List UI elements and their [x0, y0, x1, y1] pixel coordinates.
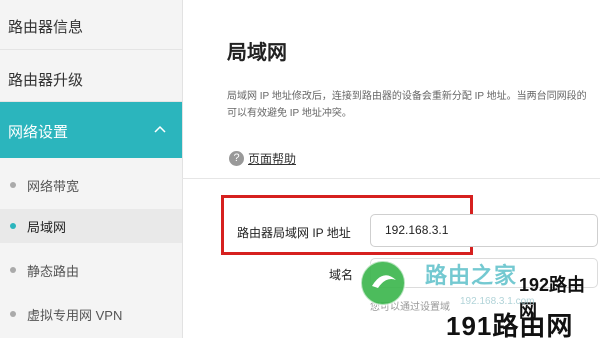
watermark-text: 191路由网 — [446, 311, 574, 341]
description-line: 可以有效避免 IP 地址冲突。 — [227, 108, 352, 119]
sidebar-group-network-settings[interactable]: 网络设置 — [0, 102, 182, 158]
sidebar-item-vpn[interactable]: 虚拟专用网 VPN — [0, 297, 182, 331]
question-circle-icon: ? — [229, 151, 244, 166]
lan-ip-input[interactable]: 192.168.3.1 — [370, 214, 598, 247]
domain-label: 域名 — [329, 268, 354, 282]
help-link-text[interactable]: 页面帮助 — [248, 152, 296, 166]
sidebar-item-static-route[interactable]: 静态路由 — [0, 253, 182, 287]
sidebar-item-label: 静态路由 — [27, 264, 80, 279]
sidebar-item-label: 局域网 — [27, 220, 67, 235]
sidebar-item-label: 虚拟专用网 VPN — [27, 308, 123, 323]
bullet-icon — [10, 223, 16, 229]
help-link[interactable]: ? 页面帮助 — [229, 150, 296, 167]
description-line: 局域网 IP 地址修改后，连接到路由器的设备会重新分配 IP 地址。当两台同网段… — [227, 91, 587, 102]
chevron-up-icon — [154, 125, 166, 133]
watermark-logo-icon — [360, 260, 406, 306]
sidebar-item-label: 路由器信息 — [8, 19, 84, 36]
sidebar-item-router-info[interactable]: 路由器信息 — [0, 0, 182, 50]
sidebar-group-label: 网络设置 — [8, 124, 69, 141]
lan-ip-label: 路由器局域网 IP 地址 — [237, 226, 351, 240]
sidebar-item-lan[interactable]: 局域网 — [0, 209, 182, 243]
page-title: 局域网 — [227, 42, 287, 64]
sidebar-item-label: 网络带宽 — [27, 179, 80, 194]
divider — [182, 178, 600, 179]
sidebar-item-bandwidth[interactable]: 网络带宽 — [0, 168, 182, 202]
sidebar: 路由器信息 路由器升级 网络设置 网络带宽 局域网 静态路由 虚拟专用网 VPN — [0, 0, 183, 338]
page-description: 局域网 IP 地址修改后，连接到路由器的设备会重新分配 IP 地址。当两台同网段… — [227, 88, 600, 122]
bullet-icon — [10, 182, 16, 188]
watermark-text: 路由之家 — [425, 263, 518, 288]
bullet-icon — [10, 267, 16, 273]
bullet-icon — [10, 311, 16, 317]
sidebar-item-label: 路由器升级 — [8, 72, 84, 89]
sidebar-item-router-upgrade[interactable]: 路由器升级 — [0, 50, 182, 102]
